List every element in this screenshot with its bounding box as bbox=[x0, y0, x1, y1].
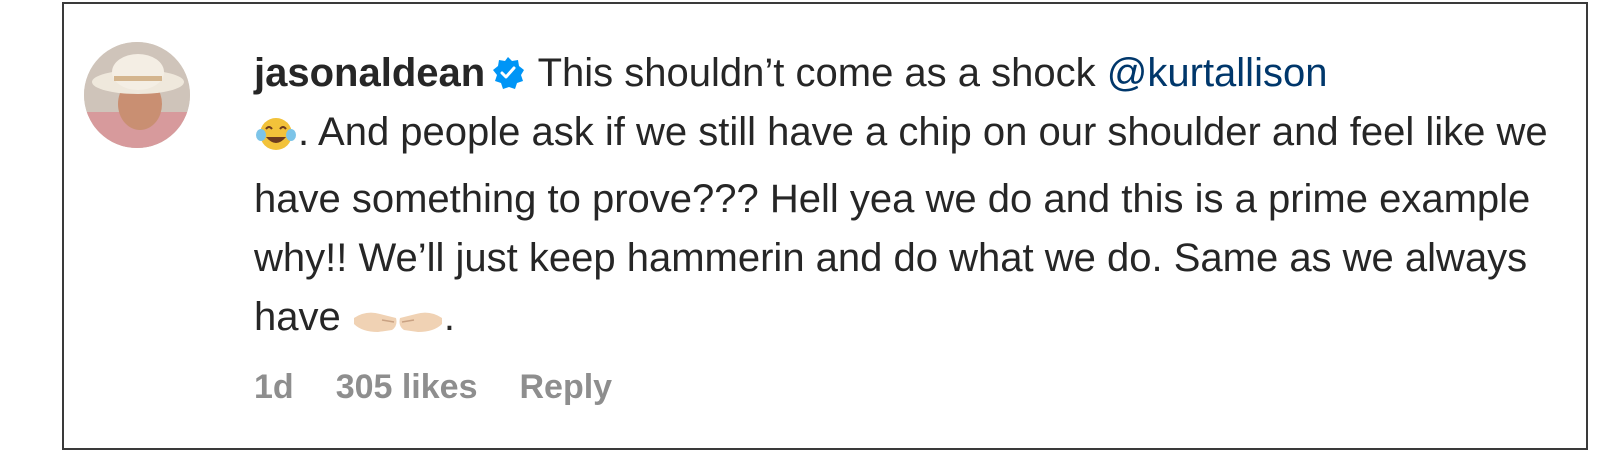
reply-button[interactable]: Reply bbox=[519, 368, 612, 406]
comment-text-part3: . bbox=[443, 295, 455, 339]
likes-count[interactable]: 305 likes bbox=[336, 368, 478, 406]
avatar-photo-icon bbox=[84, 42, 190, 148]
comment-username[interactable]: jasonaldean bbox=[254, 51, 485, 95]
mention-link[interactable]: @kurtallison bbox=[1107, 51, 1328, 95]
user-avatar[interactable] bbox=[84, 42, 190, 148]
comment-text-part1: This shouldn’t come as a shock bbox=[527, 51, 1107, 95]
comment-age: 1d bbox=[254, 368, 294, 406]
comment-meta: 1d 305 likes Reply bbox=[254, 368, 654, 407]
face-with-tears-of-joy-icon bbox=[254, 111, 298, 170]
comment-body: jasonaldean This shouldn’t come as a sho… bbox=[254, 44, 1554, 355]
fist-bump-icon bbox=[352, 296, 444, 355]
verified-badge-icon bbox=[491, 48, 525, 89]
